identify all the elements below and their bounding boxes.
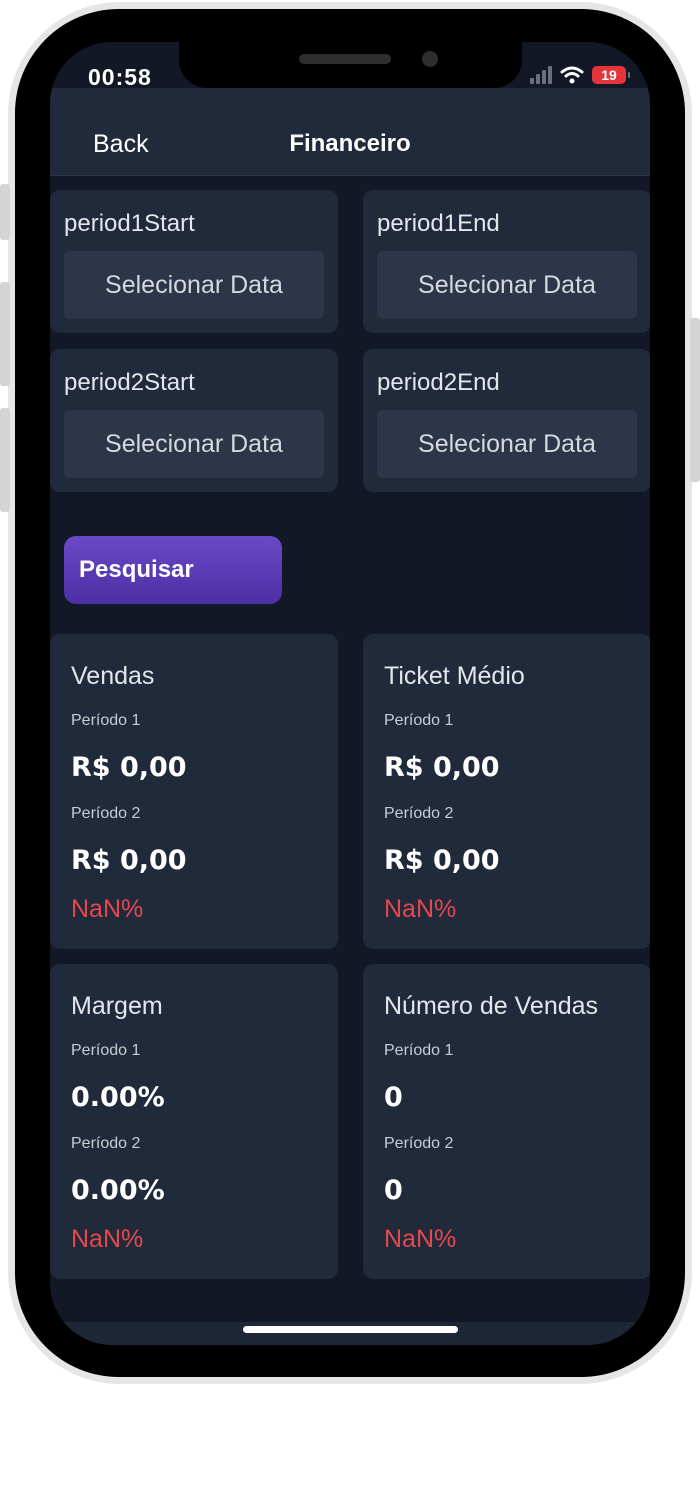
select-date-button[interactable]: Selecionar Data [64,410,324,478]
status-icons: 19 [530,66,630,84]
date-label: period1End [377,210,500,237]
change-percentage: NaN% [384,895,457,923]
metric-card-ticket-medio: Ticket Médio Período 1 R$ 0,00 Período 2… [363,634,650,949]
period1-label: Período 1 [384,1042,454,1059]
search-button[interactable]: Pesquisar [64,536,282,604]
select-date-button[interactable]: Selecionar Data [377,410,637,478]
period2-value: 0 [384,1175,403,1206]
power-button [690,318,700,482]
page-title: Financeiro [289,130,411,157]
wifi-icon [560,66,584,84]
metric-card-numero-de-vendas: Número de Vendas Período 1 0 Período 2 0… [363,964,650,1279]
notch [179,42,522,88]
date-card-period1-start: period1Start Selecionar Data [50,190,338,333]
select-date-button[interactable]: Selecionar Data [377,251,637,319]
change-percentage: NaN% [384,1225,457,1253]
period1-value: R$ 0,00 [384,752,500,783]
metric-title: Ticket Médio [384,662,525,690]
date-card-period2-end: period2End Selecionar Data [363,349,650,492]
metric-card-vendas: Vendas Período 1 R$ 0,00 Período 2 R$ 0,… [50,634,338,949]
period1-label: Período 1 [71,1042,141,1059]
metric-title: Número de Vendas [384,992,599,1020]
change-percentage: NaN% [71,895,144,923]
home-indicator[interactable] [243,1326,458,1333]
volume-up-button [0,282,10,386]
period1-label: Período 1 [384,712,454,729]
metric-title: Margem [71,992,163,1020]
period2-label: Período 2 [71,805,141,822]
period2-value: R$ 0,00 [71,845,187,876]
volume-down-button [0,408,10,512]
date-label: period2Start [64,369,195,396]
app-screen: 00:58 19 Back Financeiro period1Start Se… [50,42,650,1345]
metric-card-margem: Margem Período 1 0.00% Período 2 0.00% N… [50,964,338,1279]
battery-icon: 19 [592,66,630,84]
silent-switch [0,184,10,240]
period2-label: Período 2 [384,805,454,822]
period1-value: 0.00% [71,1082,165,1113]
date-label: period2End [377,369,500,396]
period2-label: Período 2 [71,1135,141,1152]
period1-label: Período 1 [71,712,141,729]
period1-value: R$ 0,00 [71,752,187,783]
status-time: 00:58 [88,64,152,90]
navigation-bar: Back Financeiro [50,88,650,176]
select-date-button[interactable]: Selecionar Data [64,251,324,319]
metric-title: Vendas [71,662,155,690]
change-percentage: NaN% [71,1225,144,1253]
period2-value: R$ 0,00 [384,845,500,876]
speaker [299,54,391,64]
front-camera [422,51,438,67]
date-card-period2-start: period2Start Selecionar Data [50,349,338,492]
cellular-signal-icon [530,66,552,84]
date-card-period1-end: period1End Selecionar Data [363,190,650,333]
period1-value: 0 [384,1082,403,1113]
period2-label: Período 2 [384,1135,454,1152]
date-label: period1Start [64,210,195,237]
period2-value: 0.00% [71,1175,165,1206]
